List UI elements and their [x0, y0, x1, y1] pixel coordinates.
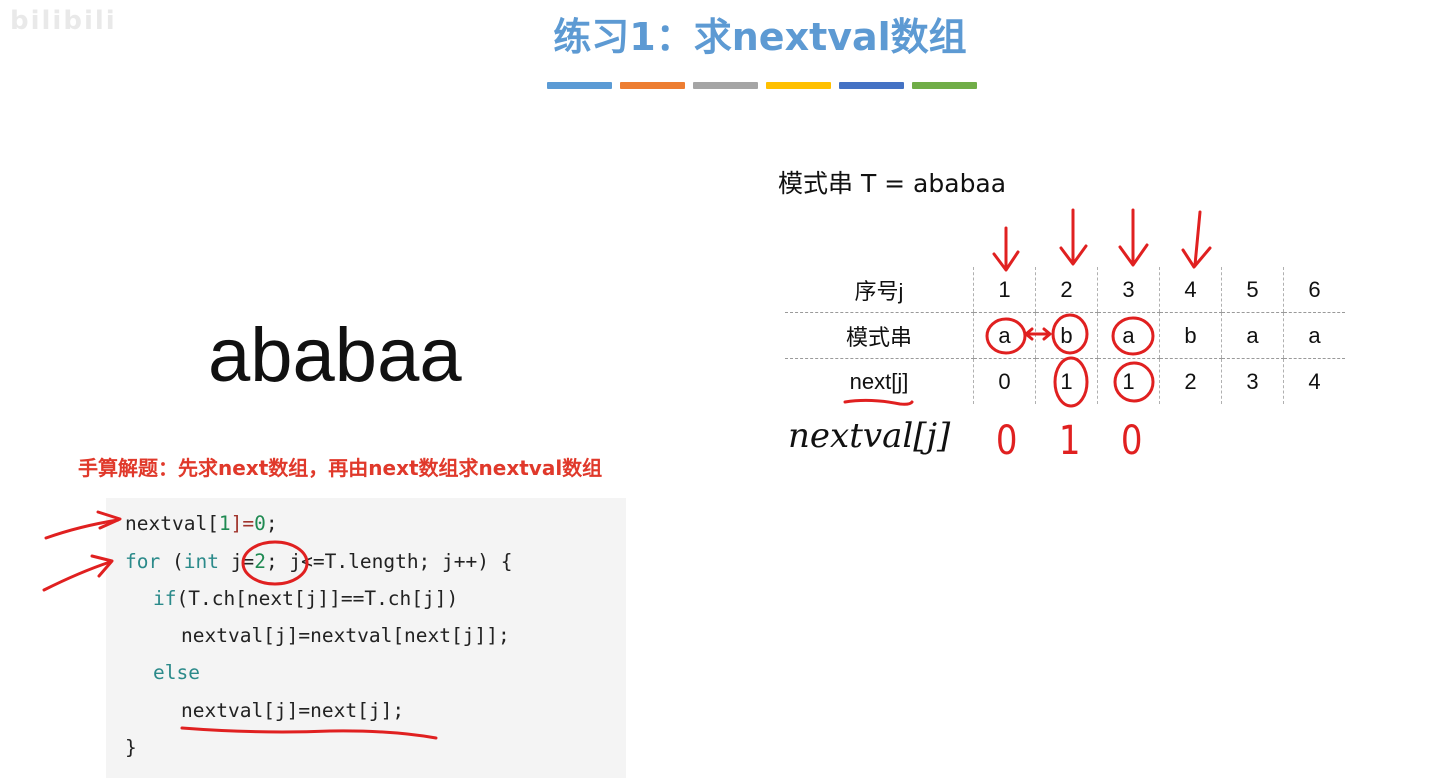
down-arrow-icon: [1181, 210, 1212, 269]
circle-mark: [1053, 356, 1089, 408]
circle-mark: [985, 317, 1027, 355]
pointer-arrow-icon: [44, 510, 122, 540]
red-ink-annotations: [42, 208, 1212, 740]
circle-mark: [1051, 313, 1089, 355]
circle-mark: [1111, 316, 1155, 356]
pointer-arrow-icon: [42, 554, 114, 592]
down-arrow-icon: [1118, 208, 1149, 267]
down-arrow-icon: [992, 226, 1020, 272]
double-arrow-icon: [1024, 327, 1052, 341]
circle-mark: [241, 540, 309, 586]
down-arrow-icon: [1059, 208, 1088, 266]
underline-mark: [843, 398, 914, 406]
underline-mark: [180, 726, 438, 740]
circle-mark: [1113, 361, 1155, 403]
